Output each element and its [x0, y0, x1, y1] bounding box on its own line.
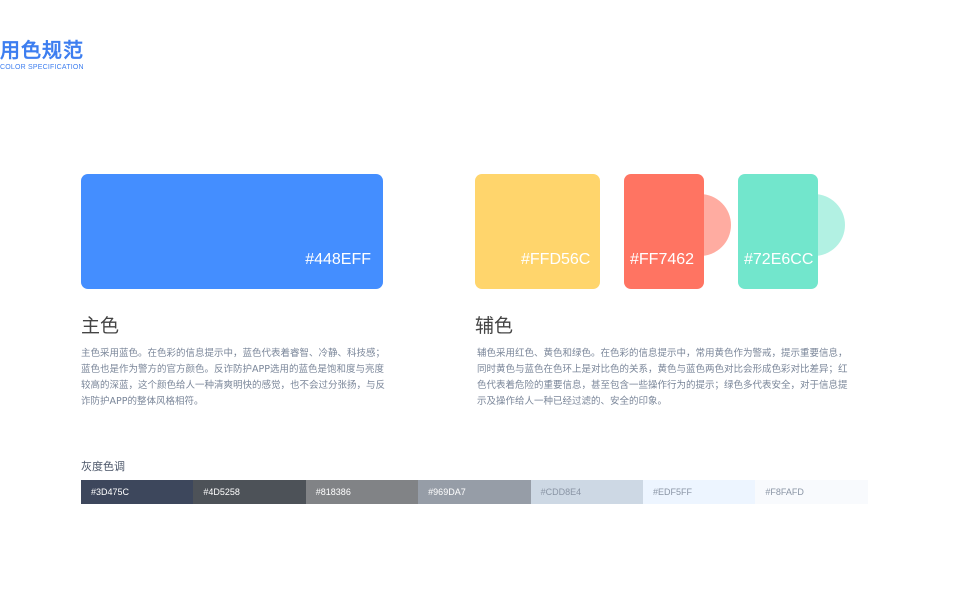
secondary-color-hex-green: #72E6CC [744, 251, 814, 268]
gray-swatch: #3D475C [81, 480, 194, 504]
gray-swatch-hex: #F8FAFD [765, 487, 804, 497]
secondary-section-title: 辅色 [475, 315, 514, 337]
page-header: 用色规范 COLOR SPECIFICATION [0, 38, 84, 71]
page-subtitle: COLOR SPECIFICATION [0, 64, 84, 71]
gray-swatch-hex: #CDD8E4 [540, 487, 582, 497]
secondary-section-description: 辅色采用红色、黄色和绿色。在色彩的信息提示中，常用黄色作为警戒，提示重要信息，同… [477, 348, 848, 407]
gray-swatch-row: #3D475C #4D5258 #818386 #969DA7 #CDD8E4 … [81, 480, 868, 504]
primary-color-swatch: #448EFF [81, 174, 383, 289]
gray-swatch-hex: #818386 [315, 487, 351, 497]
primary-color-hex: #448EFF [305, 251, 371, 268]
green-card: #72E6CC [738, 174, 818, 289]
primary-section-description: 主色采用蓝色。在色彩的信息提示中，蓝色代表着睿智、冷静、科技感；蓝色也是作为警方… [81, 348, 386, 407]
secondary-color-hex-yellow: #FFD56C [521, 251, 591, 268]
red-card: #FF7462 [624, 174, 704, 289]
gray-swatch: #4D5258 [193, 480, 306, 504]
page-title: 用色规范 [0, 38, 84, 62]
gray-swatch: #969DA7 [418, 480, 531, 504]
gray-swatch: #EDF5FF [642, 480, 756, 504]
gray-swatch: #818386 [305, 480, 419, 504]
gray-swatch: #CDD8E4 [530, 480, 643, 504]
gray-swatch-hex: #969DA7 [428, 487, 466, 497]
secondary-color-hex-red: #FF7462 [630, 251, 695, 268]
gray-swatch-hex: #3D475C [91, 487, 130, 497]
secondary-color-swatch-green: #72E6CC [738, 174, 863, 289]
gray-swatch-hex: #4D5258 [203, 487, 240, 497]
gray-swatch: #F8FAFD [755, 480, 868, 504]
secondary-color-swatch-red: #FF7462 [624, 174, 749, 289]
primary-section-title: 主色 [81, 315, 120, 337]
gray-section-title: 灰度色调 [81, 460, 125, 473]
secondary-color-swatch-yellow: #FFD56C [475, 174, 600, 289]
gray-swatch-hex: #EDF5FF [652, 487, 692, 497]
